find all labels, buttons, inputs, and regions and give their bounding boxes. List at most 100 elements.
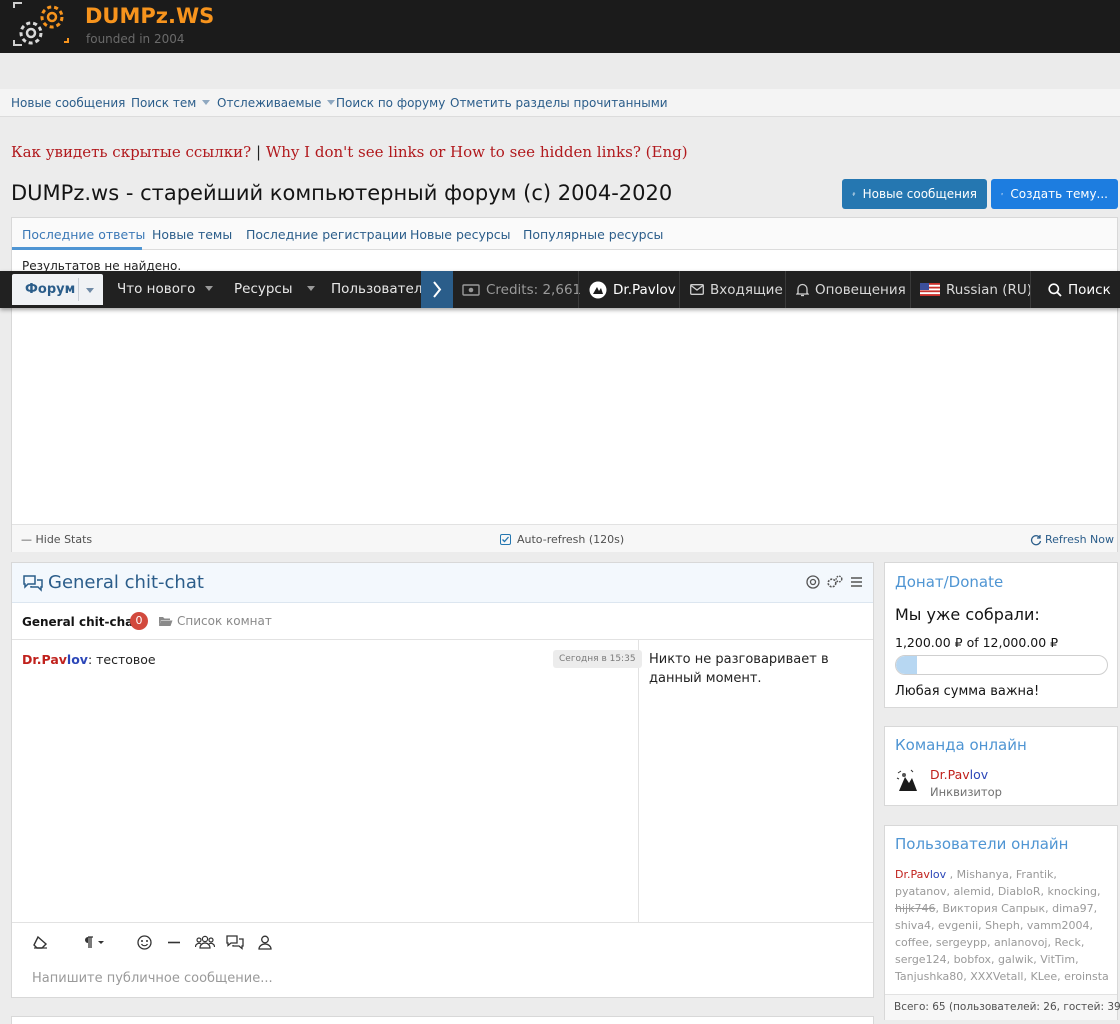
nav-alerts[interactable]: Оповещения: [796, 271, 906, 308]
donate-note: Любая сумма важна!: [895, 684, 1040, 699]
nav-search[interactable]: Поиск: [1048, 271, 1111, 308]
tab-latest-registrations[interactable]: Последние регистрации: [246, 227, 407, 242]
nav-tab-users[interactable]: Пользователи: [331, 281, 421, 297]
caret-down-icon[interactable]: [86, 288, 94, 293]
staff-online-title[interactable]: Команда онлайн: [895, 736, 1027, 754]
globe-icon[interactable]: [806, 575, 820, 589]
nav-inbox[interactable]: Входящие: [690, 271, 783, 308]
tab-latest-replies[interactable]: Последние ответы: [22, 227, 145, 242]
notice-link-ru[interactable]: Как увидеть скрытые ссылки?: [11, 143, 251, 161]
staff-username[interactable]: Dr.Pavlov: [930, 767, 988, 782]
nav-tab-resources[interactable]: Ресурсы: [234, 281, 315, 297]
hide-stats-link[interactable]: — Hide Stats: [21, 533, 92, 546]
notice-link-en[interactable]: Why I don't see links or How to see hidd…: [266, 143, 688, 161]
chevron-right-icon: [433, 281, 442, 298]
online-user[interactable]: bobfox: [954, 953, 991, 966]
online-user[interactable]: Tanjushka80: [895, 970, 963, 983]
chat-messages: Dr.Pavlov: тестовое Сегодня в 15:35: [12, 640, 642, 922]
nav-language[interactable]: Russian (RU): [920, 271, 1032, 308]
users-online-widget: Пользователи онлайн Dr.Pavlov , Mishanya…: [884, 825, 1120, 1020]
donate-title[interactable]: Донат/Donate: [895, 573, 1003, 591]
bolt-icon: [852, 192, 856, 196]
paragraph-format-icon[interactable]: [82, 935, 108, 949]
alerts-label: Оповещения: [815, 281, 906, 298]
room-list-link[interactable]: Список комнат: [158, 614, 272, 628]
nav-tab-whats-new[interactable]: Что нового: [117, 281, 214, 297]
online-user[interactable]: dima97: [1052, 902, 1094, 915]
subnav-mark-read[interactable]: Отметить разделы прочитанными: [450, 96, 668, 110]
gears-icon[interactable]: [827, 575, 843, 589]
site-header: DUMPz.WS founded in 2004: [0, 0, 1120, 53]
refresh-now-label: Refresh Now: [1045, 533, 1114, 546]
online-user[interactable]: Dr.Pavlov: [895, 868, 946, 881]
chat-message-input[interactable]: Напишите публичное сообщение...: [32, 971, 273, 986]
nav-scroll-right-button[interactable]: [421, 271, 453, 308]
refresh-now-link[interactable]: Refresh Now: [1030, 533, 1114, 546]
nav-user-account[interactable]: Dr.Pavlov: [589, 271, 676, 308]
users-online-title[interactable]: Пользователи онлайн: [895, 835, 1068, 853]
new-posts-button[interactable]: Новые сообщения: [842, 179, 987, 209]
smiley-icon[interactable]: [137, 935, 152, 950]
online-user[interactable]: sergeypp: [936, 936, 987, 949]
online-user[interactable]: Mishanya: [957, 868, 1009, 881]
room-list-label: Список комнат: [177, 614, 272, 628]
subnav-watched[interactable]: Отслеживаемые: [217, 96, 336, 110]
site-logo[interactable]: DUMPz.WS founded in 2004: [10, 0, 214, 53]
refresh-icon: [1030, 534, 1042, 545]
create-thread-button[interactable]: Создать тему...: [991, 179, 1118, 209]
online-user[interactable]: eroinsta: [1064, 970, 1109, 983]
subnav-new-posts[interactable]: Новые сообщения: [11, 96, 125, 110]
nav-tab-forum[interactable]: Форум: [12, 274, 103, 305]
tab-popular-resources[interactable]: Популярные ресурсы: [523, 227, 663, 242]
room-tab-general[interactable]: General chit-chat: [22, 615, 139, 629]
online-user[interactable]: Sheph: [985, 919, 1020, 932]
online-user[interactable]: Frantik: [1016, 868, 1054, 881]
author-name-part: Dr.Pav: [22, 652, 67, 667]
nav-divider: [785, 271, 786, 308]
horizontal-line-icon[interactable]: [167, 935, 181, 950]
folder-icon: [159, 616, 173, 626]
subnav-search-threads[interactable]: Поиск тем: [131, 96, 211, 110]
nav-label: Пользователи: [331, 281, 421, 297]
online-user[interactable]: alemid: [954, 885, 991, 898]
comments-icon[interactable]: [226, 935, 244, 950]
checkbox-checked-icon: [500, 534, 511, 545]
online-user[interactable]: KLee: [1030, 970, 1057, 983]
online-user[interactable]: evgenii: [938, 919, 978, 932]
online-user[interactable]: vamm2004: [1027, 919, 1090, 932]
online-user[interactable]: coffee: [895, 936, 929, 949]
users-group-icon[interactable]: [195, 935, 215, 950]
money-icon: [462, 283, 480, 296]
nav-credits[interactable]: Credits: 2,661: [462, 271, 581, 308]
online-user[interactable]: knocking: [1048, 885, 1098, 898]
online-user[interactable]: hijk746: [895, 902, 935, 915]
online-user[interactable]: XXXVetall: [970, 970, 1023, 983]
online-user[interactable]: galwik: [998, 953, 1033, 966]
tab-new-threads[interactable]: Новые темы: [152, 227, 232, 242]
chat-room-tabs: General chit-chat 0 Список комнат: [12, 603, 873, 640]
caret-down-icon: [202, 100, 211, 105]
subnav-search-forum[interactable]: Поиск по форуму: [336, 96, 445, 110]
message-author[interactable]: Dr.Pavlov: [22, 652, 88, 667]
online-user[interactable]: Виктория Сапрык: [942, 902, 1045, 915]
avatar[interactable]: [895, 767, 923, 795]
hide-stats-label: Hide Stats: [35, 533, 93, 546]
nav-divider: [1030, 271, 1031, 308]
online-user[interactable]: VitTim: [1040, 953, 1075, 966]
online-user[interactable]: DiabloR: [998, 885, 1041, 898]
subnav-label: Поиск тем: [131, 96, 197, 110]
auto-refresh-toggle[interactable]: Auto-refresh (120s): [500, 533, 624, 546]
online-user-name-part: lov: [929, 868, 947, 881]
online-user[interactable]: pyatanov: [895, 885, 947, 898]
menu-icon[interactable]: [850, 575, 863, 589]
online-user[interactable]: Reck: [1054, 936, 1080, 949]
online-user[interactable]: serge124: [895, 953, 947, 966]
online-user[interactable]: anlanovoj: [994, 936, 1048, 949]
staff-name-part: lov: [969, 767, 989, 782]
caret-down-icon: [327, 100, 336, 105]
search-icon: [1048, 282, 1062, 297]
tab-new-resources[interactable]: Новые ресурсы: [410, 227, 511, 242]
eraser-icon[interactable]: [32, 935, 48, 949]
online-user[interactable]: shiva4: [895, 919, 931, 932]
user-icon[interactable]: [258, 935, 272, 950]
